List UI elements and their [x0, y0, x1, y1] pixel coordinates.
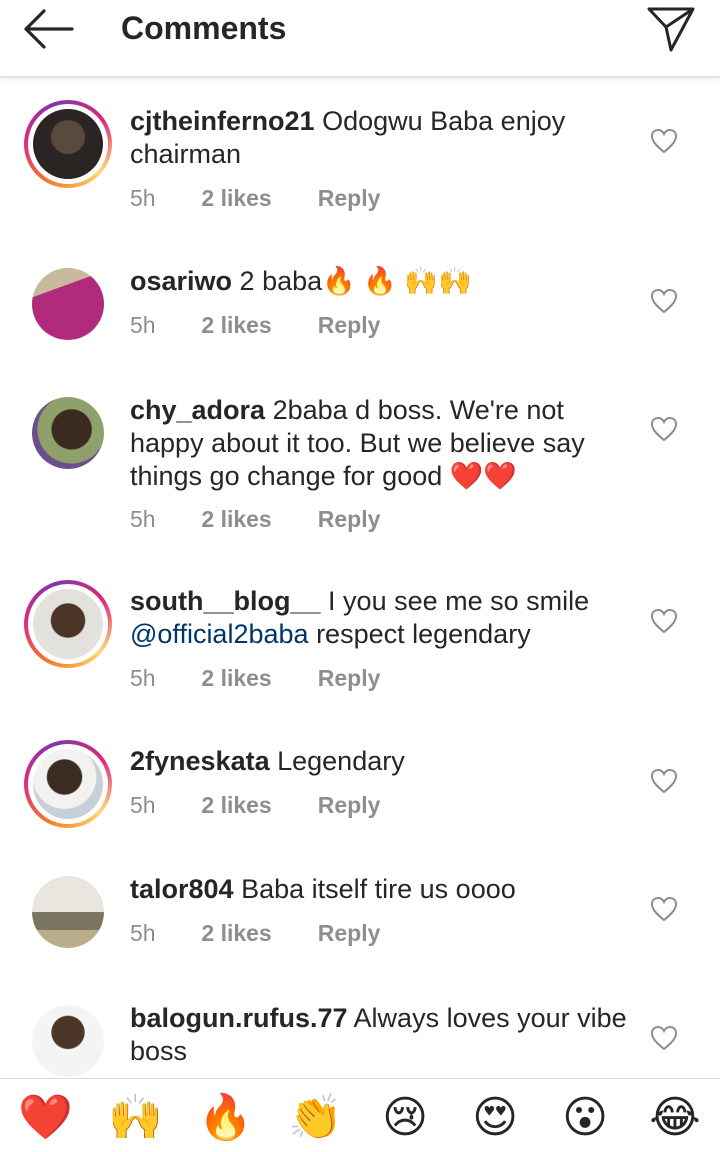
comment-body: respect legendary	[316, 619, 531, 649]
avatar-image	[32, 876, 104, 948]
reply-button[interactable]: Reply	[318, 312, 381, 339]
comment-username[interactable]: south__blog__	[130, 586, 321, 616]
comment-text: cjtheinferno21 Odogwu Baba enjoy chairma…	[130, 105, 630, 171]
comment-body: I you see me so smile	[328, 586, 590, 616]
emoji-heart-eyes[interactable]: 😍	[468, 1091, 522, 1145]
comment-time: 5h	[130, 920, 156, 946]
comment-likes[interactable]: 2 likes	[201, 506, 311, 533]
avatar[interactable]	[24, 740, 112, 828]
avatar-image	[33, 109, 103, 179]
comment-likes[interactable]: 2 likes	[201, 312, 311, 339]
direct-share-icon[interactable]	[644, 4, 698, 54]
emoji-crying-face[interactable]: 😢	[378, 1091, 432, 1145]
comment-username[interactable]: 2fyneskata	[130, 746, 270, 776]
comment-text: south__blog__ I you see me so smile @off…	[130, 585, 630, 651]
avatar[interactable]	[32, 268, 104, 340]
reply-button[interactable]: Reply	[318, 920, 381, 947]
comment-username[interactable]: cjtheinferno21	[130, 106, 315, 136]
back-arrow-icon[interactable]	[18, 6, 78, 52]
emoji-surprised-face[interactable]: 😮	[558, 1091, 612, 1145]
comment-likes[interactable]: 2 likes	[201, 792, 311, 819]
comment-body: Legendary	[277, 746, 405, 776]
comment-username[interactable]: talor804	[130, 874, 234, 904]
comment-text: osariwo 2 baba🔥 🔥 🙌🙌	[130, 265, 630, 298]
avatar[interactable]	[32, 1005, 104, 1077]
comment-time: 5h	[130, 185, 156, 211]
emoji-tears-of-joy[interactable]: 😂	[648, 1091, 702, 1145]
comment-time: 5h	[130, 792, 156, 818]
comment-body: 2 baba🔥 🔥 🙌🙌	[239, 266, 472, 296]
emoji-red-heart[interactable]: ❤️	[18, 1091, 73, 1145]
like-heart-icon[interactable]	[650, 416, 678, 442]
comment-meta: 5h 2 likes Reply	[130, 506, 380, 533]
avatar[interactable]	[24, 100, 112, 188]
comment-time: 5h	[130, 665, 156, 691]
comment-meta: 5h 2 likes Reply	[130, 312, 380, 339]
emoji-raised-hands[interactable]: 🙌	[108, 1091, 163, 1145]
comment-mention-link[interactable]: @official2baba	[130, 619, 309, 649]
comment-username[interactable]: osariwo	[130, 266, 232, 296]
reply-button[interactable]: Reply	[318, 792, 381, 819]
avatar[interactable]	[24, 580, 112, 668]
comment-text: talor804 Baba itself tire us oooo	[130, 873, 630, 906]
avatar[interactable]	[32, 397, 104, 469]
avatar-image	[33, 589, 103, 659]
emoji-clapping-hands[interactable]: 👏	[288, 1091, 343, 1145]
like-heart-icon[interactable]	[650, 288, 678, 314]
comment-likes[interactable]: 2 likes	[201, 185, 311, 212]
avatar-image	[33, 749, 103, 819]
comment-meta: 5h 2 likes Reply	[130, 665, 380, 692]
like-heart-icon[interactable]	[650, 1025, 678, 1051]
avatar-image	[32, 1005, 104, 1077]
like-heart-icon[interactable]	[650, 768, 678, 794]
avatar-image	[32, 268, 104, 340]
like-heart-icon[interactable]	[650, 128, 678, 154]
like-heart-icon[interactable]	[650, 608, 678, 634]
comment-likes[interactable]: 2 likes	[201, 665, 311, 692]
reply-button[interactable]: Reply	[318, 665, 381, 692]
comment-body: Baba itself tire us oooo	[241, 874, 516, 904]
reply-button[interactable]: Reply	[318, 506, 381, 533]
comment-meta: 5h 2 likes Reply	[130, 792, 380, 819]
comment-time: 5h	[130, 312, 156, 338]
comment-text: chy_adora 2baba d boss. We're not happy …	[130, 394, 630, 493]
page-title: Comments	[121, 10, 287, 46]
avatar[interactable]	[32, 876, 104, 948]
comment-likes[interactable]: 2 likes	[201, 920, 311, 947]
emoji-quick-bar: ❤️ 🙌 🔥 👏 😢 😍 😮 😂	[0, 1078, 720, 1152]
reply-button[interactable]: Reply	[318, 185, 381, 212]
comment-text: balogun.rufus.77 Always loves your vibe …	[130, 1002, 630, 1068]
comment-username[interactable]: balogun.rufus.77	[130, 1003, 348, 1033]
comment-username[interactable]: chy_adora	[130, 395, 265, 425]
comment-meta: 5h 2 likes Reply	[130, 185, 380, 212]
comment-time: 5h	[130, 506, 156, 532]
comment-text: 2fyneskata Legendary	[130, 745, 630, 778]
emoji-fire[interactable]: 🔥	[198, 1091, 253, 1145]
comment-meta: 5h 2 likes Reply	[130, 920, 380, 947]
like-heart-icon[interactable]	[650, 896, 678, 922]
avatar-image	[32, 397, 104, 469]
header-bar: Comments	[0, 0, 720, 78]
